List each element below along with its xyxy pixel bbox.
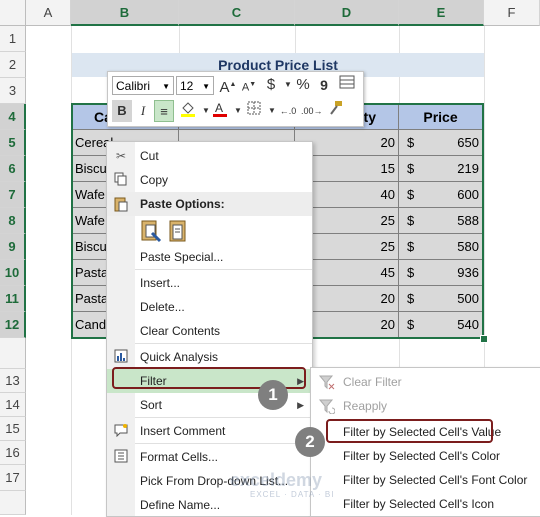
menu-item-quick-analysis[interactable]: Quick Analysis xyxy=(107,345,312,369)
row-header-18[interactable] xyxy=(0,491,26,515)
step-badge-2: 2 xyxy=(295,427,325,457)
menu-item-cut[interactable]: ✂ Cut xyxy=(107,144,312,168)
menu-item-clear-contents[interactable]: Clear Contents xyxy=(107,319,312,343)
column-header-d[interactable]: D xyxy=(295,0,399,26)
mini-toolbar: Calibri ▼ 12 ▼ A▲ A▼ $ ▼ % 9 B I ≡ ▼ A ▼… xyxy=(107,71,364,127)
row-header-5[interactable]: 5 xyxy=(0,130,26,156)
menu-item-insert[interactable]: Insert... xyxy=(107,271,312,295)
row-header-blank[interactable] xyxy=(0,338,26,369)
submenu-filter-by-font-color[interactable]: Filter by Selected Cell's Font Color xyxy=(311,468,540,492)
row-header-11[interactable]: 11 xyxy=(0,286,26,312)
row-header-4[interactable]: 4 xyxy=(0,104,26,130)
paste-icon xyxy=(113,196,129,212)
grow-font-button[interactable]: A▲ xyxy=(218,74,238,96)
paste-values-icon[interactable] xyxy=(167,219,189,243)
row-header-9[interactable]: 9 xyxy=(0,234,26,260)
font-name-box[interactable]: Calibri ▼ xyxy=(112,76,174,95)
fill-color-icon[interactable] xyxy=(178,100,198,122)
font-name-value: Calibri xyxy=(116,79,151,93)
chevron-down-icon: ▼ xyxy=(202,82,210,91)
comma-format-button[interactable]: 9 xyxy=(314,74,334,96)
font-size-value: 12 xyxy=(180,79,194,93)
borders-icon[interactable] xyxy=(244,100,264,122)
row-header-7[interactable]: 7 xyxy=(0,182,26,208)
percent-format-button[interactable]: % xyxy=(293,74,313,96)
row-header-16[interactable]: 16 xyxy=(0,441,26,465)
font-size-box[interactable]: 12 ▼ xyxy=(176,76,214,95)
menu-item-format-cells[interactable]: Format Cells... xyxy=(107,445,312,469)
row-header-17[interactable]: 17 xyxy=(0,465,26,491)
submenu-filter-by-color[interactable]: Filter by Selected Cell's Color xyxy=(311,444,540,468)
row-header-2[interactable]: 2 xyxy=(0,52,26,78)
watermark-logo: exceldemy xyxy=(230,470,323,490)
row-header-15[interactable]: 15 xyxy=(0,417,26,441)
fill-handle[interactable] xyxy=(480,335,488,343)
submenu-filter-by-icon[interactable]: Filter by Selected Cell's Icon xyxy=(311,492,540,516)
context-menu: ✂ Cut Copy Paste Options: Paste Special.… xyxy=(106,141,313,517)
bold-button[interactable]: B xyxy=(112,100,132,122)
menu-item-paste-special[interactable]: Paste Special... xyxy=(107,245,312,269)
column-header-e[interactable]: E xyxy=(399,0,484,26)
shrink-font-button[interactable]: A▼ xyxy=(239,74,259,96)
paste-formatting-icon[interactable] xyxy=(140,219,162,243)
submenu-reapply[interactable]: Reapply xyxy=(311,394,540,418)
format-cells-icon xyxy=(113,449,129,465)
quick-analysis-icon xyxy=(113,349,129,365)
italic-button[interactable]: I xyxy=(133,100,153,122)
row-header-10[interactable]: 10 xyxy=(0,260,26,286)
submenu-clear-filter[interactable]: Clear Filter xyxy=(311,370,540,394)
select-all-corner[interactable] xyxy=(0,0,26,26)
row-header-1[interactable]: 1 xyxy=(0,26,26,52)
value-callout-box xyxy=(326,419,493,443)
column-header-c[interactable]: C xyxy=(179,0,295,26)
row-header-13[interactable]: 13 xyxy=(0,369,26,393)
watermark-tagline: EXCEL · DATA · BI xyxy=(250,490,335,499)
row-header-3[interactable]: 3 xyxy=(0,78,26,104)
menu-item-delete[interactable]: Delete... xyxy=(107,295,312,319)
svg-text:A: A xyxy=(215,101,223,115)
column-header-f[interactable]: F xyxy=(484,0,540,26)
column-header-b[interactable]: B xyxy=(71,0,179,26)
paste-options-header: Paste Options: xyxy=(107,192,312,216)
copy-icon xyxy=(113,172,129,188)
row-header-14[interactable]: 14 xyxy=(0,393,26,417)
step-badge-1: 1 xyxy=(258,380,288,410)
decrease-decimal-icon[interactable]: .00→ xyxy=(301,100,323,122)
row-header-8[interactable]: 8 xyxy=(0,208,26,234)
comment-icon xyxy=(113,423,129,439)
row-header-12[interactable]: 12 xyxy=(0,312,26,338)
increase-decimal-icon[interactable]: ←.0 xyxy=(278,100,298,122)
column-header-a[interactable]: A xyxy=(26,0,71,26)
center-align-icon[interactable]: ≡ xyxy=(154,100,174,122)
format-table-icon[interactable] xyxy=(337,74,357,96)
format-painter-icon[interactable] xyxy=(326,100,346,122)
scissors-icon: ✂ xyxy=(115,149,127,163)
row-header-6[interactable]: 6 xyxy=(0,156,26,182)
font-color-icon[interactable]: A xyxy=(210,100,230,122)
menu-item-copy[interactable]: Copy xyxy=(107,168,312,192)
chevron-down-icon: ▼ xyxy=(162,82,170,91)
menu-item-insert-comment[interactable]: Insert Comment xyxy=(107,419,312,443)
chevron-right-icon: ▶ xyxy=(297,400,304,410)
